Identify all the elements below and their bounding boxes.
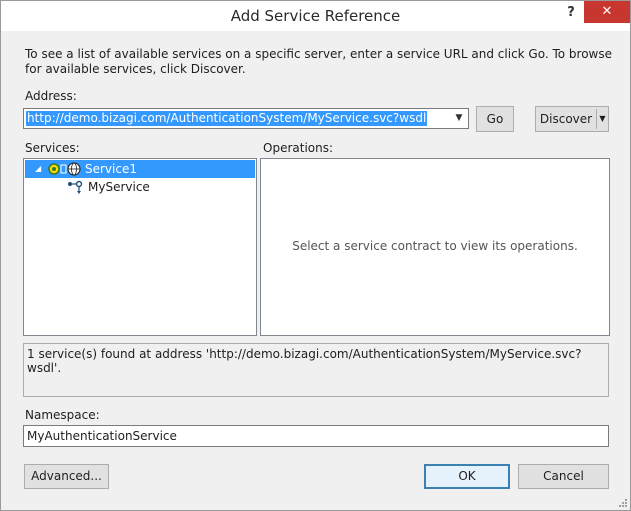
- resize-grip-icon[interactable]: [618, 498, 628, 508]
- discover-button-label[interactable]: Discover: [536, 107, 596, 131]
- help-button[interactable]: ?: [560, 3, 582, 23]
- address-input-value[interactable]: http://demo.bizagi.com/AuthenticationSys…: [26, 111, 428, 126]
- discover-dropdown-icon[interactable]: ▼: [597, 107, 608, 131]
- status-message: 1 service(s) found at address 'http://de…: [27, 347, 582, 375]
- expander-icon[interactable]: ◢: [35, 164, 41, 173]
- services-tree[interactable]: ◢ Service1 MyService: [23, 158, 257, 336]
- ok-button[interactable]: OK: [424, 464, 510, 489]
- discover-button[interactable]: Discover ▼: [535, 106, 609, 132]
- dialog-title: Add Service Reference: [230, 7, 401, 25]
- tree-item-service1[interactable]: ◢ Service1: [25, 160, 255, 178]
- tree-item-myservice[interactable]: MyService: [25, 178, 255, 196]
- operations-empty-message: Select a service contract to view its op…: [292, 239, 578, 253]
- service-contract-icon: [68, 180, 83, 194]
- operations-list[interactable]: Select a service contract to view its op…: [260, 158, 610, 336]
- service-icon: [48, 162, 81, 176]
- instructions-text: To see a list of available services on a…: [25, 47, 613, 76]
- cancel-button[interactable]: Cancel: [518, 464, 609, 489]
- go-button[interactable]: Go: [476, 106, 514, 132]
- chevron-down-icon[interactable]: ▼: [452, 111, 466, 126]
- namespace-input[interactable]: MyAuthenticationService: [23, 425, 609, 447]
- address-combobox[interactable]: http://demo.bizagi.com/AuthenticationSys…: [23, 108, 469, 129]
- namespace-input-value[interactable]: MyAuthenticationService: [27, 429, 177, 443]
- address-label: Address:: [25, 89, 77, 103]
- close-button[interactable]: ✕: [584, 1, 630, 23]
- add-service-reference-dialog: Add Service Reference ? ✕ To see a list …: [0, 0, 631, 511]
- operations-label: Operations:: [263, 141, 334, 155]
- tree-item-label: MyService: [88, 180, 150, 194]
- services-label: Services:: [25, 141, 80, 155]
- status-box: 1 service(s) found at address 'http://de…: [23, 343, 609, 397]
- namespace-label: Namespace:: [25, 408, 100, 422]
- title-bar: Add Service Reference ? ✕: [1, 1, 630, 31]
- advanced-button[interactable]: Advanced...: [24, 464, 109, 489]
- tree-item-label: Service1: [85, 162, 137, 176]
